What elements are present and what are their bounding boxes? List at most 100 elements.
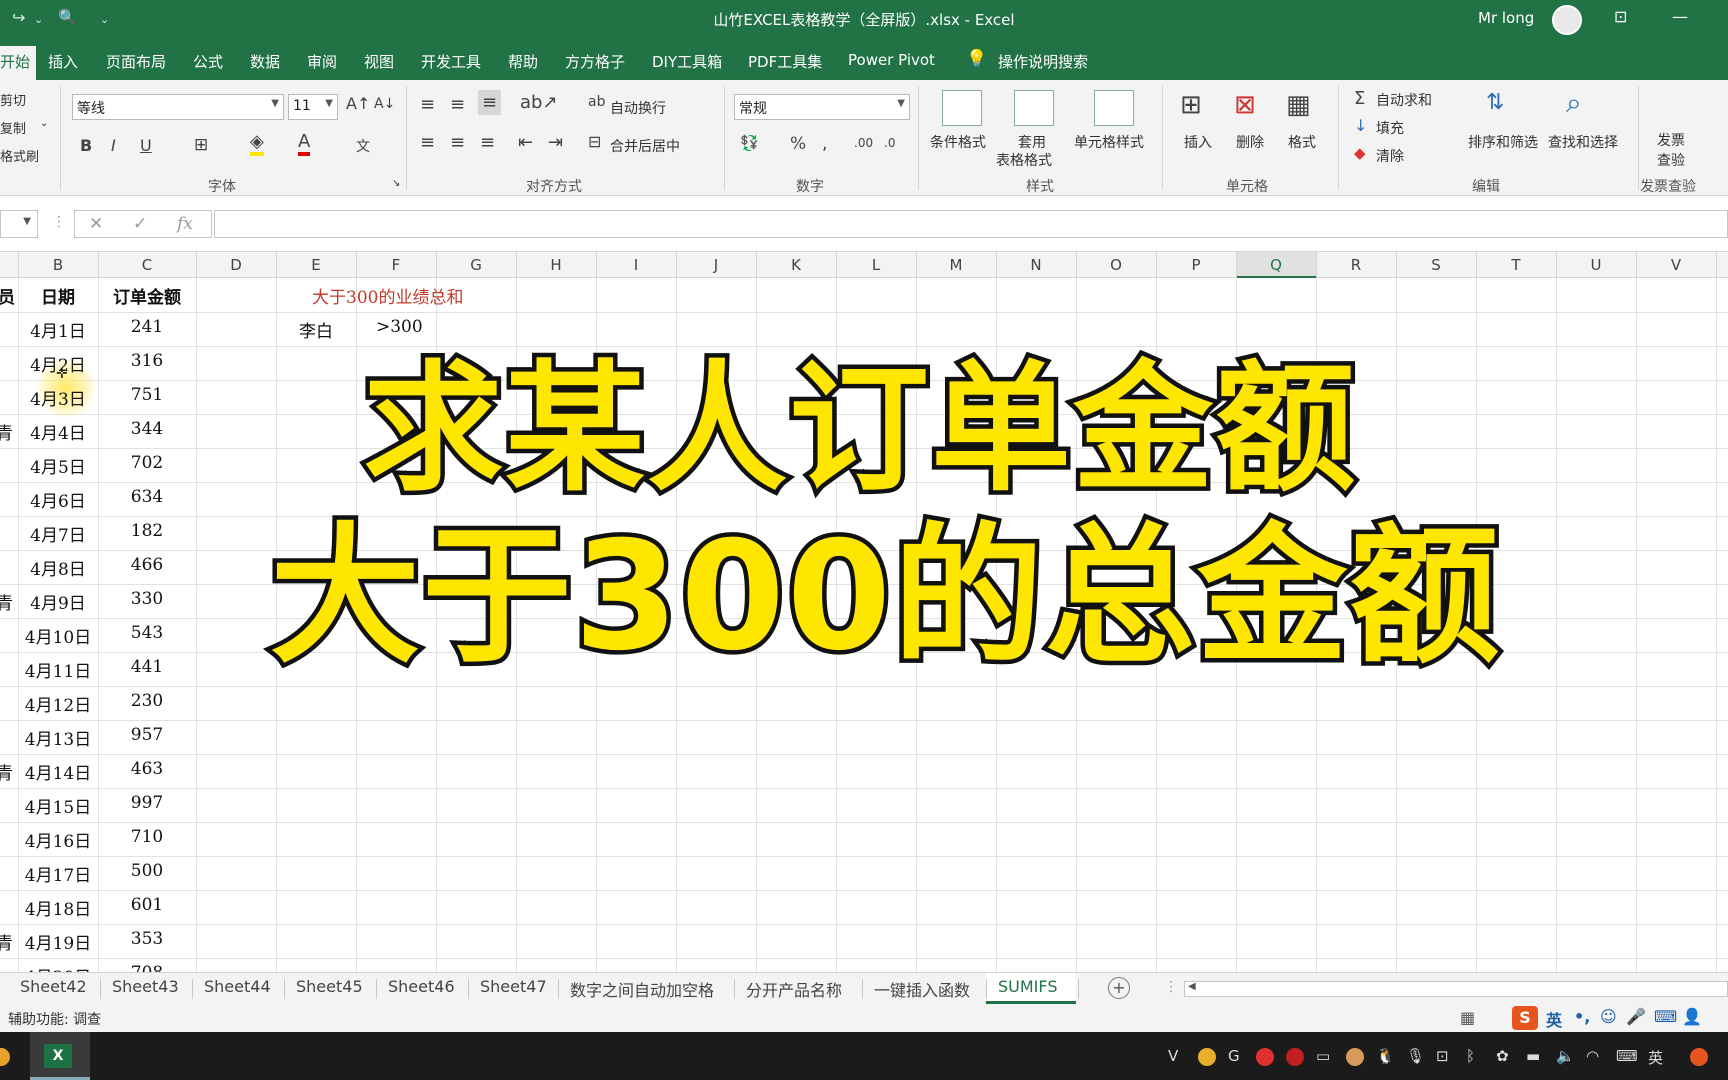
name-box[interactable]: ▼ [0,210,38,238]
column-header-j[interactable]: J [676,256,756,274]
column-header-r[interactable]: R [1316,256,1396,274]
cell-date[interactable]: 4月9日 [18,589,98,614]
tray-mic-icon[interactable]: 🎙 [1406,1047,1425,1065]
align-center-icon[interactable]: ≡ [450,132,465,153]
increase-decimal-icon[interactable]: .00 [854,136,873,150]
sheet-tab[interactable]: Sheet45 [296,977,363,996]
fill-color-icon[interactable]: ◈ [250,132,264,156]
currency-icon[interactable]: 💱 [740,134,759,152]
cell-date[interactable]: 4月5日 [18,453,98,478]
sheet-tab[interactable]: Sheet44 [204,977,271,996]
cell-amount[interactable]: 543 [98,623,196,643]
italic-button[interactable]: I [111,136,116,155]
tray-record-icon[interactable] [1286,1048,1304,1066]
tab-formulas[interactable]: 公式 [193,51,223,72]
cell-amount[interactable]: 957 [98,725,196,745]
decrease-indent-icon[interactable]: ⇤ [518,132,533,153]
orientation-icon[interactable]: ab↗ [520,92,558,113]
cell-name-partial[interactable]: 青 [0,929,13,954]
cell-date[interactable]: 4月13日 [18,725,98,750]
app-icon-partial[interactable] [0,1048,10,1066]
align-bottom-icon[interactable]: ≡ [478,90,502,115]
copy-dropdown-icon[interactable]: ⌄ [40,118,48,129]
cell-name-partial[interactable]: 青 [0,589,13,614]
tray-s-icon[interactable] [1256,1048,1274,1066]
tab-fangfang[interactable]: 方方格子 [565,51,625,72]
sheet-tab[interactable]: 一键插入函数 [874,977,970,1001]
cell-name-partial[interactable]: 青 [0,419,13,444]
ime-user-icon[interactable]: 👤 [1682,1007,1702,1026]
sort-filter-button[interactable]: 排序和筛选 [1468,132,1538,152]
sheet-tab[interactable]: 数字之间自动加空格 [570,977,714,1001]
column-header-d[interactable]: D [196,256,276,274]
tab-split-grip-icon[interactable]: ⋮ [1164,979,1178,995]
tray-keyboard-icon[interactable]: ⌨ [1616,1047,1638,1065]
sheet-tab[interactable]: Sheet42 [20,977,87,996]
column-header-o[interactable]: O [1076,256,1156,274]
scroll-left-icon[interactable]: ◀ [1188,981,1196,992]
tray-bluetooth-icon[interactable]: ᛒ [1466,1047,1475,1065]
cell-date[interactable]: 4月15日 [18,793,98,818]
cell-date[interactable]: 4月6日 [18,487,98,512]
tray-wifi-icon[interactable]: ◠ [1586,1047,1599,1065]
ime-toolbar[interactable]: S 英 •, ☺ 🎤 ⌨ 👤 [1508,1004,1728,1032]
format-cells-button[interactable]: 格式 [1288,132,1316,152]
ime-emoji-icon[interactable]: ☺ [1600,1007,1617,1026]
cancel-icon[interactable]: ✕ [89,214,103,234]
merge-center-button[interactable]: 合并后居中 [610,136,680,156]
cell-f2-criteria[interactable]: >300 [376,317,423,337]
tray-avatar-icon[interactable] [1346,1048,1364,1066]
cut-button[interactable]: 剪切 [0,90,26,109]
cell-amount[interactable]: 500 [98,861,196,881]
sheet-tab[interactable]: Sheet47 [480,977,547,996]
column-header-h[interactable]: H [516,256,596,274]
cell-amount[interactable]: 702 [98,453,196,473]
cell-amount[interactable]: 441 [98,657,196,677]
tab-insert[interactable]: 插入 [48,51,78,72]
tray-vs-icon[interactable]: V [1168,1047,1178,1065]
cell-date[interactable]: 4月4日 [18,419,98,444]
cell-date[interactable]: 4月8日 [18,555,98,580]
column-header-e[interactable]: E [276,256,356,274]
normal-view-icon[interactable]: ▦ [1460,1008,1475,1027]
cell-amount[interactable]: 997 [98,793,196,813]
align-middle-icon[interactable]: ≡ [450,94,465,115]
cell-amount[interactable]: 316 [98,351,196,371]
cell-amount[interactable]: 344 [98,419,196,439]
comma-icon[interactable]: , [822,134,827,154]
cell-amount[interactable]: 708 [98,963,196,972]
cell-styles-button[interactable]: 单元格样式 [1074,132,1144,152]
column-header-f[interactable]: F [356,256,436,274]
tray-sogou-icon[interactable] [1690,1048,1708,1066]
ime-punctuation-icon[interactable]: •, [1574,1007,1590,1026]
sheet-tab[interactable]: SUMIFS [998,977,1057,996]
cell-amount[interactable]: 751 [98,385,196,405]
column-header-c[interactable]: C [98,256,196,274]
cell-a1-partial[interactable]: 员 [0,283,15,308]
underline-button[interactable]: U [140,136,152,155]
ime-keyboard-icon[interactable]: ⌨ [1654,1007,1677,1026]
tell-me-search[interactable]: 操作说明搜索 [998,51,1088,72]
align-top-icon[interactable]: ≡ [420,94,435,115]
column-header-m[interactable]: M [916,256,996,274]
add-sheet-button[interactable]: + [1108,977,1130,999]
cell-amount[interactable]: 330 [98,589,196,609]
insert-cells-button[interactable]: 插入 [1184,132,1212,152]
formula-input[interactable] [214,210,1728,238]
insert-function-icon[interactable]: fx [177,214,193,234]
cell-amount[interactable]: 230 [98,691,196,711]
tray-volume-icon[interactable]: 🔈 [1556,1047,1575,1065]
percent-icon[interactable]: % [790,134,806,154]
tab-diy-toolbox[interactable]: DIY工具箱 [652,51,722,72]
align-right-icon[interactable]: ≡ [480,132,495,153]
column-header-n[interactable]: N [996,256,1076,274]
cell-amount[interactable]: 241 [98,317,196,337]
accessibility-status[interactable]: 辅助功能: 调查 [8,1009,101,1029]
tab-pdf-tools[interactable]: PDF工具集 [748,51,822,72]
tab-power-pivot[interactable]: Power Pivot [848,51,935,69]
horizontal-scrollbar[interactable]: ◀ [1184,981,1728,997]
ime-language[interactable]: 英 [1546,1007,1562,1031]
column-header-u[interactable]: U [1556,256,1636,274]
enter-icon[interactable]: ✓ [133,214,147,234]
font-dialog-launcher-icon[interactable]: ↘ [392,178,400,189]
